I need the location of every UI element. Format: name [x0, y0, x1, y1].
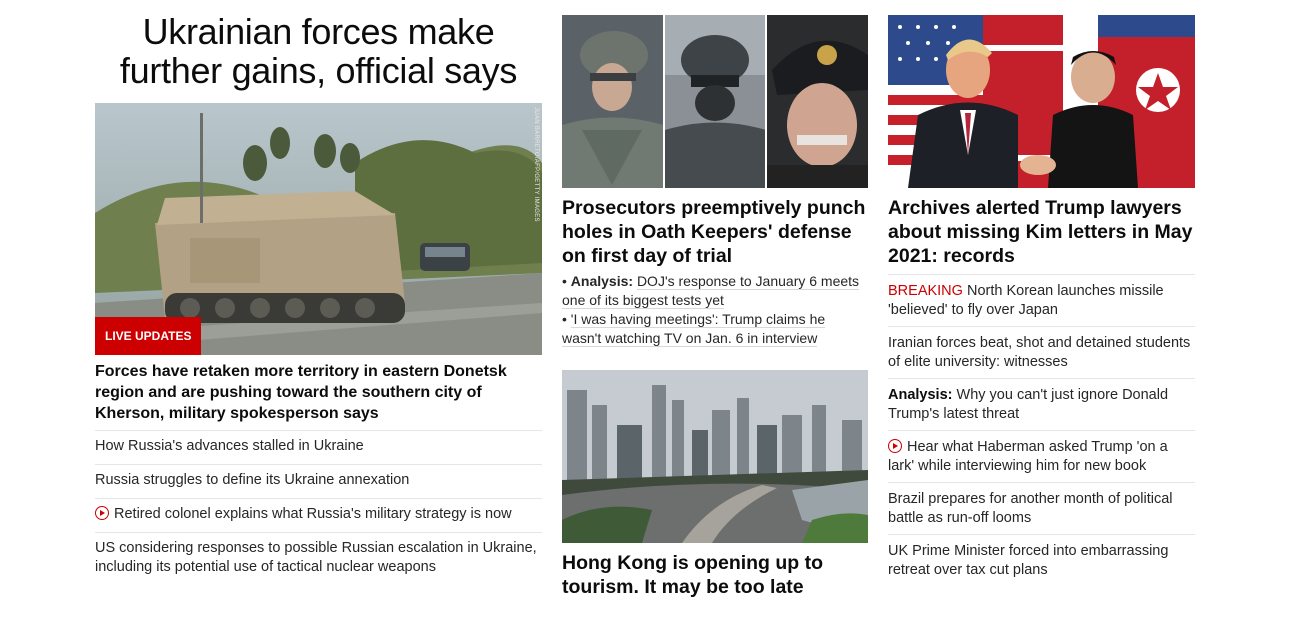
live-updates-badge[interactable]: LIVE UPDATES [95, 317, 202, 355]
photo-soldier-1 [562, 15, 663, 188]
photo-credit: JUAN BARRETO/AFP/GETTY IMAGES [533, 107, 539, 222]
list-item[interactable]: Russia struggles to define its Ukraine a… [95, 464, 542, 498]
tank-photo[interactable]: JUAN BARRETO/AFP/GETTY IMAGES LIVE UPDAT… [95, 103, 542, 355]
list-item[interactable]: • Analysis: DOJ's response to January 6 … [562, 272, 868, 310]
photo-soldier-2 [664, 15, 766, 188]
top-stories-list: BREAKING North Korean launches missile '… [888, 274, 1195, 586]
list-item[interactable]: Analysis: Why you can't just ignore Dona… [888, 378, 1195, 430]
analysis-label: Analysis: [888, 387, 953, 403]
list-item[interactable]: UK Prime Minister forced into embarrassi… [888, 534, 1195, 586]
photo-man-with-cap [767, 15, 869, 188]
list-item[interactable]: BREAKING North Korean launches missile '… [888, 274, 1195, 326]
hong-kong-headline[interactable]: Hong Kong is opening up to tourism. It m… [562, 551, 868, 599]
list-item[interactable]: Retired colonel explains what Russia's m… [95, 498, 542, 532]
sub-links-list: • Analysis: DOJ's response to January 6 … [562, 272, 868, 348]
lead-story-column: Ukrainian forces make further gains, off… [95, 12, 542, 575]
play-video-icon [95, 506, 109, 520]
oath-keepers-photos[interactable] [562, 15, 869, 188]
list-item[interactable]: Brazil prepares for another month of pol… [888, 482, 1195, 534]
hong-kong-skyline-image [562, 370, 868, 543]
trump-kim-photo[interactable] [888, 15, 1195, 188]
lead-description[interactable]: Forces have retaken more territory in ea… [95, 361, 542, 424]
list-item[interactable]: How Russia's advances stalled in Ukraine [95, 430, 542, 464]
list-item[interactable]: Hear what Haberman asked Trump 'on a lar… [888, 430, 1195, 482]
list-item[interactable]: Iranian forces beat, shot and detained s… [888, 326, 1195, 378]
breaking-label: BREAKING [888, 283, 963, 299]
list-item[interactable]: • 'I was having meetings': Trump claims … [562, 310, 868, 348]
handshake-image [888, 15, 1195, 188]
archives-headline[interactable]: Archives alerted Trump lawyers about mis… [888, 196, 1195, 268]
lead-headline[interactable]: Ukrainian forces make further gains, off… [95, 12, 542, 90]
hong-kong-photo[interactable] [562, 370, 868, 543]
oath-keepers-headline[interactable]: Prosecutors preemptively punch holes in … [562, 196, 868, 268]
list-item[interactable]: US considering responses to possible Rus… [95, 532, 542, 585]
related-links-list: How Russia's advances stalled in Ukraine… [95, 430, 542, 585]
play-video-icon [888, 439, 902, 453]
